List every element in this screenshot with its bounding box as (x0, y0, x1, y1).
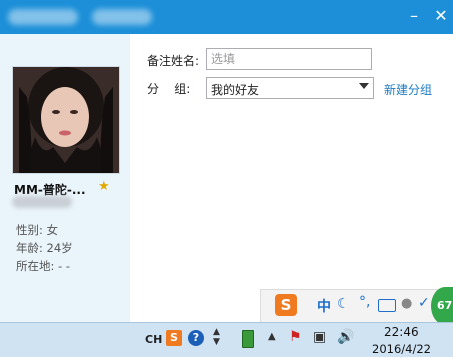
close-icon: ✕ (434, 6, 448, 25)
group-select[interactable]: 我的好友 (206, 77, 374, 99)
blurred-account-id (12, 196, 72, 208)
profile-panel: MM-普陀-... ★ 性别: 女 年龄: 24岁 所在地: - - (0, 34, 130, 322)
gender-info: 性别: 女 (16, 223, 59, 237)
wrench-icon[interactable]: ✓ (418, 295, 430, 311)
speed-badge[interactable]: 67 (431, 287, 453, 325)
title-blurred-id (92, 9, 152, 25)
help-icon[interactable]: ? (188, 330, 204, 346)
minimize-icon: – (410, 6, 418, 25)
star-icon[interactable]: ★ (98, 179, 110, 194)
ime-options-caret-icon[interactable]: ▲ ▼ (213, 327, 220, 347)
half-width-moon-icon[interactable]: ☾ (337, 296, 350, 312)
chevron-down-icon (359, 83, 369, 89)
ime-mode-toggle[interactable]: 中 (317, 296, 331, 316)
new-group-link[interactable]: 新建分组 (384, 81, 432, 98)
taskbar: CH S ? ▲ ▼ ▲ ⚑ ▣ 🔊 22:46 2016/4/22 (0, 322, 453, 357)
punctuation-icon[interactable]: °, (359, 294, 370, 310)
remark-name-label: 备注姓名: (147, 54, 200, 68)
network-icon[interactable]: ▣ (313, 329, 326, 345)
volume-icon[interactable]: 🔊 (337, 329, 354, 345)
battery-icon[interactable] (242, 330, 254, 348)
sogou-logo-icon[interactable]: S (275, 294, 297, 316)
location-info: 所在地: - - (16, 259, 70, 273)
show-hidden-icons-icon[interactable]: ▲ (268, 331, 276, 342)
close-button[interactable]: ✕ (429, 4, 453, 28)
clock-time[interactable]: 22:46 (384, 325, 419, 339)
minimize-button[interactable]: – (402, 4, 426, 28)
ime-toolbar: S 中 ☾ °, ● ✓ (260, 289, 453, 322)
language-indicator[interactable]: CH (145, 333, 162, 346)
sogou-tray-icon[interactable]: S (166, 330, 182, 346)
keyboard-icon[interactable] (378, 299, 396, 312)
action-center-flag-icon[interactable]: ⚑ (289, 329, 302, 345)
user-icon[interactable]: ● (401, 296, 412, 311)
group-label: 分 组: (147, 82, 191, 96)
remark-name-input[interactable] (206, 48, 372, 70)
clock-date[interactable]: 2016/4/22 (372, 342, 431, 356)
avatar (12, 66, 120, 174)
group-select-value: 我的好友 (211, 83, 260, 97)
age-info: 年龄: 24岁 (16, 241, 73, 255)
title-blurred-name (8, 9, 78, 25)
title-bar: – ✕ (0, 0, 453, 34)
